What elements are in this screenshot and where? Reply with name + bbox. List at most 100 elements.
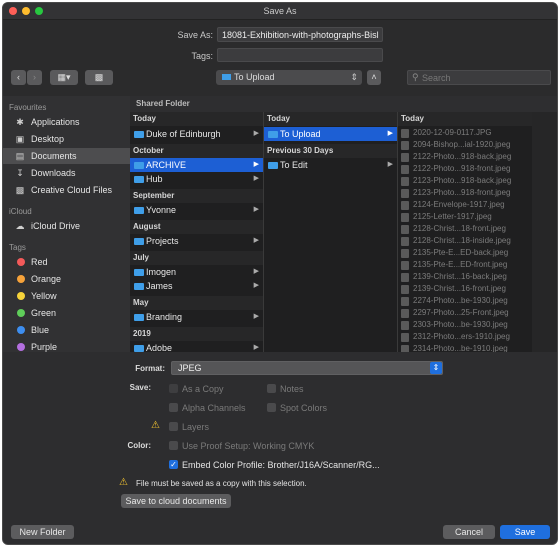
file-row[interactable]: 2124-Envelope-1917.jpeg	[398, 199, 532, 211]
file-row[interactable]: 2128-Christ...18-inside.jpeg	[398, 235, 532, 247]
save-button[interactable]: Save	[500, 525, 550, 539]
expand-collapse-button[interactable]: ˄	[367, 70, 381, 85]
sidebar-item-creative-cloud-files[interactable]: ▩ Creative Cloud Files	[3, 182, 130, 198]
file-row[interactable]: 2123-Photo...918-back.jpeg	[398, 175, 532, 187]
save-as-dialog: Save As Save As: 18081-Exhibition-with-p…	[2, 2, 558, 545]
file-name: 2303-Photo...be-1930.jpeg	[413, 320, 508, 329]
file-name: 2124-Envelope-1917.jpeg	[413, 200, 505, 209]
column-scroll-area[interactable]	[532, 112, 557, 352]
file-row[interactable]: 2312-Photo...ers-1910.jpeg	[398, 331, 532, 343]
sidebar-item-label: Documents	[31, 151, 77, 161]
folder-row-branding[interactable]: Branding ▶	[130, 310, 263, 324]
folder-label: To Edit	[280, 160, 308, 170]
sidebar-tag-green[interactable]: Green	[3, 305, 130, 321]
sidebar-item-applications[interactable]: ✱ Applications	[3, 114, 130, 130]
spot-colors-checkbox[interactable]	[267, 403, 276, 412]
notes-checkbox[interactable]	[267, 384, 276, 393]
file-name: 2128-Christ...18-inside.jpeg	[413, 236, 511, 245]
sidebar: Favourites ✱ Applications ▣ Desktop ▤ Docum…	[3, 96, 130, 352]
file-row[interactable]: 2125-Letter-1917.jpeg	[398, 211, 532, 223]
sidebar-item-downloads[interactable]: ↧ Downloads	[3, 165, 130, 181]
sidebar-header-favourites: Favourites	[9, 103, 47, 112]
sidebar-item-documents[interactable]: ▤ Documents	[3, 148, 130, 164]
file-row[interactable]: 2139-Christ...16-back.jpeg	[398, 271, 532, 283]
cancel-button[interactable]: Cancel	[443, 525, 495, 539]
alpha-channels-checkbox[interactable]	[169, 403, 178, 412]
as-a-copy-label: As a Copy	[182, 384, 224, 394]
folder-row-projects[interactable]: Projects ▶	[130, 234, 263, 248]
file-row[interactable]: 2274-Photo...be-1930.jpeg	[398, 295, 532, 307]
file-browser: Shared Folder Today Duke of Edinburgh ▶ O…	[130, 96, 557, 352]
file-row[interactable]: 2135-Pte-E...ED-front.jpeg	[398, 259, 532, 271]
new-folder-toolbar-button[interactable]: ▩	[85, 70, 113, 85]
file-row[interactable]: 2020-12-09-0117.JPG	[398, 127, 532, 139]
file-row[interactable]: 2139-Christ...16-front.jpeg	[398, 283, 532, 295]
use-proof-setup-checkbox[interactable]	[169, 441, 178, 450]
folder-row-imogen[interactable]: Imogen ▶	[130, 265, 263, 279]
sidebar-item-icloud-drive[interactable]: ☁ iCloud Drive	[3, 218, 130, 234]
filename-input[interactable]: 18081-Exhibition-with-photographs-Bisl	[217, 27, 383, 42]
sidebar-tag-orange[interactable]: Orange	[3, 271, 130, 287]
file-row[interactable]: 2128-Christ...18-front.jpeg	[398, 223, 532, 235]
sidebar-tag-red[interactable]: Red	[3, 254, 130, 270]
folder-row-adobe[interactable]: Adobe ▶	[130, 341, 263, 352]
file-row[interactable]: 2094-Bishop...ial-1920.jpeg	[398, 139, 532, 151]
section-header: May	[130, 296, 263, 310]
chevron-right-icon: ▶	[253, 175, 259, 182]
folder-label: Imogen	[146, 267, 177, 277]
forward-button[interactable]: ›	[27, 70, 42, 85]
search-input[interactable]: ⚲ Search	[407, 70, 551, 85]
file-row[interactable]: 2297-Photo...25-Front.jpeg	[398, 307, 532, 319]
image-file-icon	[401, 141, 409, 150]
file-name: 2125-Letter-1917.jpeg	[413, 212, 492, 221]
popup-arrows-icon: ⇕	[430, 362, 442, 374]
save-to-cloud-button[interactable]: Save to cloud documents	[121, 494, 231, 508]
sidebar-header-tags: Tags	[9, 243, 26, 252]
desktop-icon: ▣	[15, 134, 25, 144]
chevron-left-icon: ‹	[17, 72, 20, 82]
layers-checkbox[interactable]	[169, 422, 178, 431]
view-mode-button[interactable]: ▦▾	[50, 70, 78, 85]
image-file-icon	[401, 333, 409, 342]
chevron-up-icon: ˄	[371, 72, 377, 82]
sidebar-tag-blue[interactable]: Blue	[3, 322, 130, 338]
location-popup[interactable]: To Upload ⇕	[216, 70, 362, 85]
sidebar-item-desktop[interactable]: ▣ Desktop	[3, 131, 130, 147]
new-folder-button[interactable]: New Folder	[11, 525, 74, 539]
file-row[interactable]: 2303-Photo...be-1930.jpeg	[398, 319, 532, 331]
file-row[interactable]: 2314-Photo...be-1910.jpeg	[398, 343, 532, 352]
file-name: 2139-Christ...16-back.jpeg	[413, 272, 507, 281]
as-a-copy-checkbox[interactable]	[169, 384, 178, 393]
browser-column-2: Today To Upload ▶ Previous 30 Days To Edi…	[264, 112, 398, 352]
chevron-right-icon: ▶	[387, 130, 393, 137]
folder-row-archive[interactable]: ARCHIVE ▶	[130, 158, 263, 172]
folder-row-yvonne[interactable]: Yvonne ▶	[130, 203, 263, 217]
file-name: 2123-Photo...918-front.jpeg	[413, 188, 511, 197]
file-row[interactable]: 2123-Photo...918-front.jpeg	[398, 187, 532, 199]
folder-row-hub[interactable]: Hub ▶	[130, 172, 263, 186]
folder-icon: ▩	[94, 72, 104, 82]
format-label: Format:	[135, 364, 165, 373]
sidebar-tag-purple[interactable]: Purple	[3, 339, 130, 352]
embed-color-profile-label: Embed Color Profile: Brother/J16A/Scanne…	[182, 460, 380, 470]
sidebar-tag-yellow[interactable]: Yellow	[3, 288, 130, 304]
folder-row-duke-of-edinburgh[interactable]: Duke of Edinburgh ▶	[130, 127, 263, 141]
file-row[interactable]: 2122-Photo...918-front.jpeg	[398, 163, 532, 175]
image-file-icon	[401, 201, 409, 210]
folder-row-to-upload[interactable]: To Upload ▶	[264, 127, 397, 141]
sidebar-item-label: Applications	[31, 117, 80, 127]
embed-color-profile-checkbox[interactable]: ✓	[169, 460, 178, 469]
file-row[interactable]: 2135-Pte-E...ED-back.jpeg	[398, 247, 532, 259]
folder-row-to-edit[interactable]: To Edit ▶	[264, 158, 397, 172]
cloud-icon: ☁	[15, 221, 25, 231]
back-button[interactable]: ‹	[11, 70, 26, 85]
format-select[interactable]: JPEG ⇕	[171, 361, 443, 375]
image-file-icon	[401, 261, 409, 270]
image-file-icon	[401, 165, 409, 174]
tags-input[interactable]	[217, 48, 383, 62]
file-row[interactable]: 2122-Photo...918-back.jpeg	[398, 151, 532, 163]
image-file-icon	[401, 273, 409, 282]
title-bar: Save As	[3, 3, 557, 20]
section-header: September	[130, 189, 263, 203]
folder-row-james[interactable]: James ▶	[130, 279, 263, 293]
